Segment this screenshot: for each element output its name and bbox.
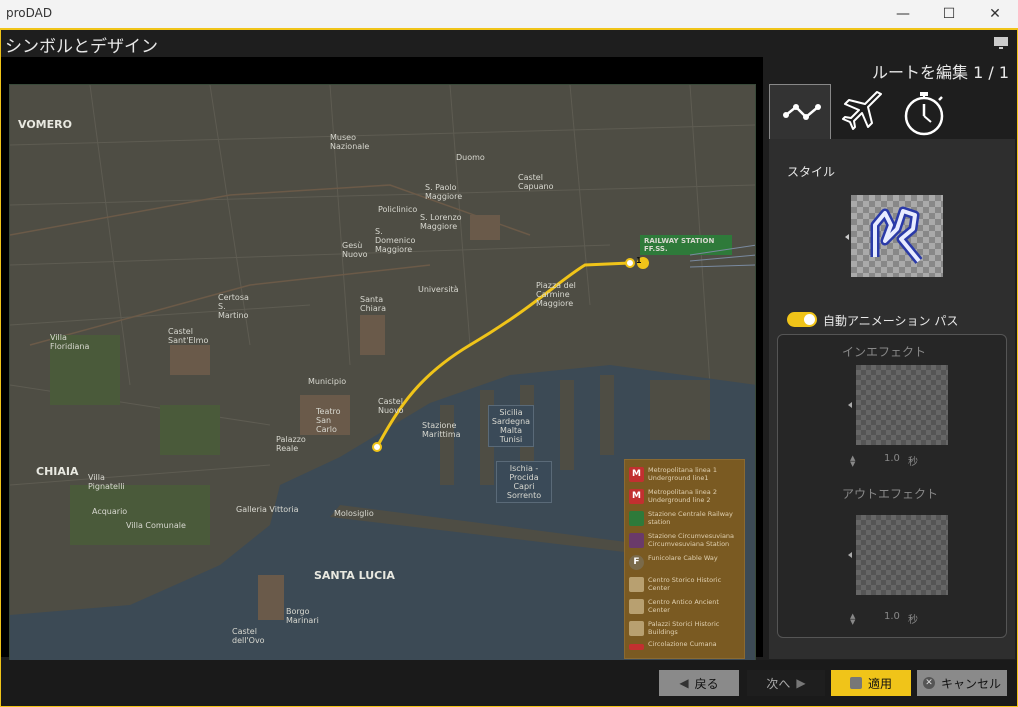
map-label-carmine: Piazza del Carmine Maggiore — [536, 281, 576, 308]
out-effect-value[interactable]: 1.0 — [884, 611, 900, 622]
legend-item: Centro Antico Ancient Center — [629, 598, 741, 616]
tab-path[interactable] — [769, 84, 831, 140]
map-label-teatro: Teatro San Carlo — [316, 407, 341, 434]
tab-vehicle[interactable] — [831, 84, 893, 140]
in-effect-spinner-icon[interactable]: ▲ ▼ — [850, 455, 855, 468]
route-end-point — [625, 258, 635, 268]
out-effect-label: アウトエフェクト — [842, 487, 939, 501]
window-titlebar: proDAD — ☐ ✕ — [0, 0, 1018, 30]
legend-item: Centro Storico Historic Center — [629, 576, 741, 594]
in-effect-unit: 秒 — [908, 457, 918, 468]
footer-bar: ◀ 戻る 次へ ▶ 適用 ✕ キャンセル — [1, 660, 1017, 706]
legend-item: Palazzi Storici Historic Buildings — [629, 620, 741, 638]
cancel-icon: ✕ — [922, 677, 935, 689]
legend-item: Stazione Circumvesuviana Circumvesuviana… — [629, 532, 741, 550]
out-effect-spinner-icon[interactable]: ▲ ▼ — [850, 613, 855, 626]
route-line-icon — [783, 104, 821, 120]
legend-item: Circolazione Cumana — [629, 640, 741, 658]
window-title: proDAD — [6, 6, 53, 20]
minimize-button[interactable]: — — [880, 0, 926, 28]
map-label-domenico: S. Domenico Maggiore — [375, 227, 416, 254]
legend-item: M Metropolitana linea 1 Underground line1 — [629, 466, 741, 484]
apply-icon — [849, 677, 862, 689]
out-effect-prev-icon[interactable] — [848, 552, 852, 558]
map-image[interactable]: 1 VOMERO Museo Nazionale Duomo Castel Ca… — [9, 84, 756, 662]
apply-button[interactable]: 適用 — [831, 670, 911, 696]
chevron-left-icon: ◀ — [679, 676, 689, 690]
map-label-museo: Museo Nazionale — [330, 133, 370, 151]
map-label-borgo: Borgo Marinari — [286, 607, 319, 625]
map-label-lorenzo: S. Lorenzo Maggiore — [420, 213, 462, 231]
map-label-castel-capuano: Castel Capuano — [518, 173, 554, 191]
map-label-stazione: Stazione Marittima — [422, 421, 461, 439]
in-effect-thumbnail[interactable] — [856, 365, 948, 445]
map-label-duomo: Duomo — [456, 153, 485, 162]
map-label-galleria: Galleria Vittoria — [236, 505, 299, 514]
back-button[interactable]: ◀ 戻る — [659, 670, 739, 696]
monitor-icon[interactable] — [993, 36, 1009, 50]
tab-timing[interactable] — [893, 84, 955, 140]
map-label-castel-nuovo: Castel Nuovo — [378, 397, 404, 415]
legend-item: Stazione Centrale Railway station — [629, 510, 741, 528]
map-label-ischia: Ischia - Procida Capri Sorrento — [496, 461, 552, 503]
map-label-paolo: S. Paolo Maggiore — [425, 183, 463, 201]
path-style-preview — [870, 206, 923, 264]
map-label-palazzo: Palazzo Reale — [276, 435, 306, 453]
map-label-municipio: Municipio — [308, 377, 347, 386]
cancel-button[interactable]: ✕ キャンセル — [917, 670, 1007, 696]
close-button[interactable]: ✕ — [972, 0, 1018, 28]
chevron-right-icon: ▶ — [796, 676, 806, 690]
map-label-villa-comunale: Villa Comunale — [126, 521, 186, 530]
maximize-button[interactable]: ☐ — [926, 0, 972, 28]
out-effect-unit: 秒 — [908, 615, 918, 626]
map-label-sicilia: Sicilia Sardegna Malta Tunisi — [488, 405, 534, 447]
in-effect-prev-icon[interactable] — [848, 402, 852, 408]
airplane-icon — [842, 91, 882, 130]
map-label-pignatelli: Villa Pignatelli — [88, 473, 125, 491]
path-settings: スタイル 自動アニメーション パス インエフェクト ▲ ▼ 1.0 秒 アウトエフ… — [769, 139, 1015, 659]
map-label-gesu: Gesù Nuovo — [342, 241, 368, 259]
map-preview: 1 VOMERO Museo Nazionale Duomo Castel Ca… — [1, 57, 763, 662]
auto-animation-toggle[interactable] — [787, 312, 817, 327]
map-legend: M Metropolitana linea 1 Underground line1… — [624, 459, 745, 659]
legend-item: M Metropolitana linea 2 Underground line … — [629, 488, 741, 506]
route-editor-panel: ルートを編集 1 / 1 スタイル 自動アニメーション パス インエフェクト ▲… — [767, 57, 1017, 659]
waypoint-number: 1 — [636, 256, 642, 265]
out-effect-thumbnail[interactable] — [856, 515, 948, 595]
style-prev-icon[interactable] — [845, 234, 849, 240]
map-label-policlinico: Policlinico — [378, 205, 418, 214]
next-button[interactable]: 次へ ▶ — [747, 670, 825, 696]
map-label-certosa: Certosa S. Martino — [218, 293, 249, 320]
map-label-santa-lucia: SANTA LUCIA — [314, 569, 395, 582]
map-label-elmo: Castel Sant'Elmo — [168, 327, 209, 345]
route-label: ルートを編集 1 / 1 — [871, 63, 1009, 82]
stopwatch-icon — [904, 92, 944, 136]
effects-group: インエフェクト ▲ ▼ 1.0 秒 アウトエフェクト ▲ ▼ 1.0 秒 — [777, 334, 1007, 638]
in-effect-label: インエフェクト — [842, 345, 927, 359]
app-title: シンボルとデザイン — [5, 37, 158, 57]
map-label-floridiana: Villa Floridiana — [50, 333, 90, 351]
auto-animation-label: 自動アニメーション パス — [823, 314, 959, 328]
map-label-vomero: VOMERO — [18, 118, 72, 131]
app-window: シンボルとデザイン 1 VOMERO Museo Nazionale Duomo… — [0, 30, 1018, 707]
map-label-chiaia: CHIAIA — [36, 465, 79, 478]
in-effect-value[interactable]: 1.0 — [884, 453, 900, 464]
legend-item: F Funicolare Cable Way — [629, 554, 741, 572]
map-label-universita: Università — [418, 285, 459, 294]
style-label: スタイル — [787, 165, 836, 179]
map-label-railway: RAILWAY STATION FF.SS. — [644, 237, 715, 253]
route-start-point — [372, 442, 382, 452]
style-thumbnail[interactable] — [851, 195, 943, 277]
map-label-chiara: Santa Chiara — [360, 295, 386, 313]
map-label-molosiglio: Molosiglio — [334, 509, 374, 518]
map-label-castel-ovo: Castel dell'Ovo — [232, 627, 265, 645]
map-label-acquario: Acquario — [92, 507, 128, 516]
